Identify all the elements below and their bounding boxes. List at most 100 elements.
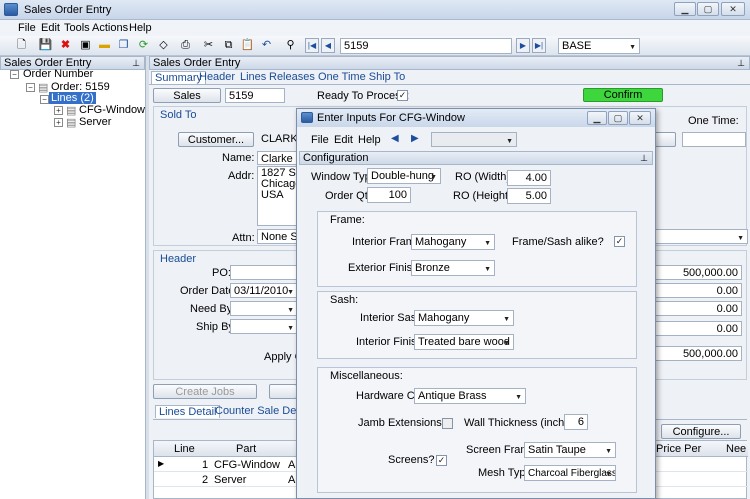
screen-frame-select[interactable]: Satin Taupe [524, 442, 616, 458]
copy-icon[interactable]: ⧉ [221, 38, 236, 53]
next-record-icon[interactable]: ▶ [516, 38, 530, 53]
minimize-icon[interactable]: ▁ [674, 2, 696, 16]
tree-lines[interactable]: Lines (2) [49, 92, 96, 104]
sold-to-title: Sold To [160, 109, 197, 121]
dialog-record-select[interactable] [431, 132, 517, 147]
prev-record-icon[interactable]: ◀ [321, 38, 335, 53]
tab-one-time-ship-to[interactable]: One Time Ship To [318, 71, 405, 83]
dialog-prev-icon[interactable]: ◀ [391, 133, 399, 144]
exterior-finish-select[interactable]: Bronze [411, 260, 495, 276]
ready-to-process-checkbox[interactable]: ✓ [397, 90, 408, 101]
cut-icon[interactable]: ✂ [201, 38, 216, 53]
grid-col-need[interactable]: Nee [726, 443, 746, 455]
dialog-menu-help[interactable]: Help [358, 134, 381, 146]
ro-width-field[interactable]: 4.00 [507, 170, 551, 186]
attn-field[interactable]: None Se [257, 229, 297, 244]
pin-icon[interactable]: ⊥ [132, 57, 140, 69]
collapse-icon[interactable]: − [26, 83, 35, 92]
delete-icon[interactable]: ✖ [58, 38, 73, 53]
dialog-menu-bar: File Edit Help ◀ ▶ [297, 129, 655, 149]
dialog-close-icon[interactable]: ✕ [629, 111, 651, 125]
copy-doc-icon[interactable]: ❐ [116, 38, 131, 53]
dialog-next-icon[interactable]: ▶ [411, 133, 419, 144]
interior-sash-select[interactable]: Mahogany [414, 310, 514, 326]
mesh-type-select[interactable]: Charcoal Fiberglass [524, 465, 616, 481]
total-5: 500,000.00 [654, 346, 742, 361]
tab-header[interactable]: Header [199, 71, 235, 83]
frame-title: Frame: [330, 214, 365, 226]
total-4: 0.00 [654, 321, 742, 336]
pin-icon[interactable]: ⊥ [640, 152, 648, 164]
addr-field[interactable]: 1827 S. Chicago USA [257, 166, 297, 226]
row-part: Server [214, 474, 247, 486]
ship-to-select[interactable] [654, 229, 748, 244]
attach-icon[interactable]: ▣ [78, 38, 93, 53]
grid-col-price-per[interactable]: Price Per [656, 443, 701, 455]
expand-icon[interactable]: + [54, 118, 63, 127]
ro-height-field[interactable]: 5.00 [507, 188, 551, 204]
paste-icon[interactable]: 📋 [240, 38, 255, 53]
grid-col-line[interactable]: Line [174, 443, 195, 455]
interior-finish-label: Interior Finish [356, 336, 423, 348]
tab-releases[interactable]: Releases [269, 71, 315, 83]
wall-thickness-field[interactable]: 6 [564, 414, 588, 430]
menu-actions[interactable]: Actions [92, 22, 128, 34]
configure-button[interactable]: Configure... [661, 424, 741, 439]
dialog-minimize-icon[interactable]: ▁ [587, 111, 607, 125]
hardware-color-select[interactable]: Antique Brass [414, 388, 526, 404]
order-qty-field[interactable]: 100 [367, 187, 411, 203]
collapse-icon[interactable]: − [40, 95, 49, 104]
order-number-field[interactable]: 5159 [340, 38, 512, 54]
folder-icon[interactable]: ▬ [97, 38, 112, 53]
ship-by-field[interactable] [230, 319, 298, 334]
tab-summary[interactable]: Summary [151, 71, 207, 84]
expand-icon[interactable]: + [54, 106, 63, 115]
order-date-field[interactable]: 03/11/2010 [230, 283, 298, 298]
tree-item-cfg-window[interactable]: CFG-Window [79, 104, 145, 116]
menu-edit[interactable]: Edit [41, 22, 60, 34]
first-record-icon[interactable]: |◀ [305, 38, 319, 53]
menu-file[interactable]: File [18, 22, 36, 34]
clear-icon[interactable]: ◇ [156, 38, 171, 53]
tab-lines[interactable]: Lines [240, 71, 266, 83]
refresh-icon[interactable]: ⟳ [136, 38, 151, 53]
sales-order-button[interactable]: Sales Order... [153, 88, 221, 117]
window-type-select[interactable]: Double-hung [367, 168, 441, 184]
dialog-menu-file[interactable]: File [311, 134, 329, 146]
binoculars-icon[interactable]: ⚲ [283, 38, 298, 53]
one-time-button[interactable] [654, 132, 676, 147]
frame-sash-alike-checkbox[interactable]: ✓ [614, 236, 625, 247]
menu-help[interactable]: Help [129, 22, 152, 34]
customer-button[interactable]: Customer... [178, 132, 254, 147]
dialog-menu-edit[interactable]: Edit [334, 134, 353, 146]
interior-finish-select[interactable]: Treated bare wood [414, 334, 514, 350]
po-field[interactable] [230, 265, 298, 280]
one-time-field[interactable] [682, 132, 746, 147]
new-icon[interactable]: 🗋 [14, 38, 29, 53]
sales-order-field[interactable]: 5159 [225, 88, 285, 103]
save-icon[interactable]: 💾 [38, 38, 53, 53]
grid-col-part[interactable]: Part [236, 443, 256, 455]
undo-icon[interactable]: ↶ [259, 38, 274, 53]
tree-root[interactable]: Order Number [23, 68, 93, 80]
interior-frame-select[interactable]: Mahogany [411, 234, 495, 250]
dialog-maximize-icon[interactable]: ▢ [608, 111, 628, 125]
last-record-icon[interactable]: ▶| [532, 38, 546, 53]
create-jobs-button[interactable]: Create Jobs [153, 384, 257, 399]
close-icon[interactable]: ✕ [721, 2, 745, 16]
print-icon[interactable]: ⎙ [178, 38, 193, 53]
secondary-button[interactable] [269, 384, 297, 399]
screens-checkbox[interactable]: ✓ [436, 455, 447, 466]
company-select[interactable]: BASE [558, 38, 640, 54]
name-field[interactable]: Clarke C [257, 151, 297, 165]
collapse-icon[interactable]: − [10, 70, 19, 79]
need-by-field[interactable] [230, 301, 298, 316]
customer-field[interactable]: CLARKE [258, 132, 298, 147]
jamb-extensions-checkbox[interactable] [442, 418, 453, 429]
maximize-icon[interactable]: ▢ [697, 2, 719, 16]
tab-lines-detail[interactable]: Lines Detail [155, 405, 221, 418]
tree-item-server[interactable]: Server [79, 116, 111, 128]
menu-tools[interactable]: Tools [64, 22, 90, 34]
confirm-button[interactable]: Confirm [583, 88, 663, 102]
pin-icon[interactable]: ⊥ [737, 57, 745, 69]
